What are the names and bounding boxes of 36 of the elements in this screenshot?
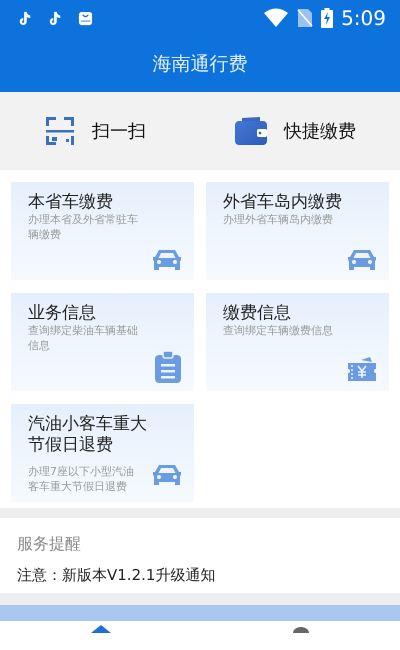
card-description: 查询绑定柴油车辆基础信息: [28, 324, 138, 353]
quick-action-button[interactable]: 扫一扫: [0, 109, 190, 153]
card-title: 汽油小客车重大节假日退费: [28, 414, 148, 456]
car-icon: [152, 463, 182, 488]
section-heading: 服务提醒: [17, 533, 82, 555]
clipboard-icon: [154, 351, 182, 383]
app-title: 海南通行费: [152, 52, 248, 77]
music-note-icon: [18, 11, 32, 25]
wallet-icon: [234, 116, 268, 146]
card-description: 办理外省车辆岛内缴费: [223, 213, 333, 228]
status-time: 5:09: [341, 5, 386, 32]
card-title: 外省车岛内缴费: [223, 192, 343, 214]
service-card[interactable]: 汽油小客车重大节假日退费 办理7座以下小型汽油客车重大节假日退费: [11, 404, 194, 502]
service-card[interactable]: 本省车缴费 办理本省及外省常驻车辆缴费: [11, 182, 194, 280]
battery-charging-icon: [321, 8, 334, 28]
scan-icon: [44, 115, 76, 147]
card-title: 本省车缴费: [28, 192, 114, 214]
service-card[interactable]: 缴费信息 查询绑定车辆缴费信息: [206, 293, 389, 391]
no-sim-icon: [297, 8, 314, 28]
ticket-icon: [347, 357, 377, 383]
notice-link[interactable]: 注意：新版本V1.2.1升级通知: [17, 564, 383, 586]
card-title: 缴费信息: [223, 303, 292, 324]
card-description: 办理7座以下小型汽油客车重大节假日退费: [28, 465, 135, 494]
wifi-icon: [263, 8, 290, 28]
service-card[interactable]: 业务信息 查询绑定柴油车辆基础信息: [11, 293, 194, 391]
home-icon[interactable]: [91, 624, 111, 632]
person-icon[interactable]: [293, 626, 309, 632]
shopping-bag-icon: [78, 10, 93, 26]
card-description: 办理本省及外省常驻车辆缴费: [28, 213, 138, 242]
service-card[interactable]: 外省车岛内缴费 办理外省车辆岛内缴费: [206, 182, 389, 280]
quick-action-button[interactable]: 快捷缴费: [190, 110, 400, 152]
car-icon: [347, 248, 377, 272]
car-icon: [152, 248, 182, 272]
card-title: 业务信息: [28, 303, 97, 324]
music-note-icon: [48, 11, 62, 25]
card-description: 查询绑定车辆缴费信息: [223, 324, 333, 339]
